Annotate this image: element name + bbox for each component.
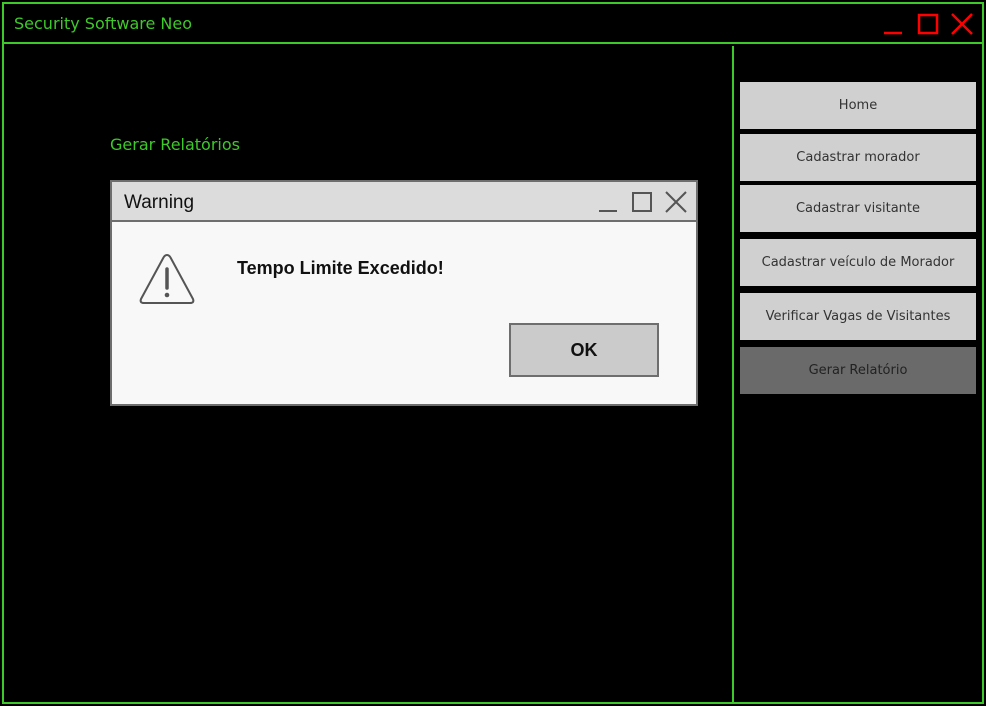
maximize-icon[interactable]	[630, 190, 654, 214]
app-title: Security Software Neo	[14, 14, 193, 33]
close-icon[interactable]	[664, 190, 688, 214]
sidebar-item-home[interactable]: Home	[740, 82, 976, 129]
maximize-icon[interactable]	[916, 12, 940, 36]
sidebar-item-cadastrar-veiculo[interactable]: Cadastrar veículo de Morador	[740, 239, 976, 286]
sidebar-item-cadastrar-visitante[interactable]: Cadastrar visitante	[740, 185, 976, 232]
sidebar-item-label: Cadastrar morador	[796, 150, 920, 165]
dialog-message: Tempo Limite Excedido!	[237, 258, 444, 278]
minimize-icon[interactable]	[596, 190, 620, 214]
sidebar-item-label: Cadastrar visitante	[795, 201, 920, 216]
title-bar: Security Software Neo	[4, 4, 982, 44]
sidebar-item-verificar-vagas[interactable]: Verificar Vagas de Visitantes	[740, 293, 976, 340]
sidebar-item-label: Cadastrar veículo de Morador	[761, 255, 955, 270]
minimize-icon[interactable]	[882, 12, 906, 36]
dialog-title-bar: Warning	[112, 182, 696, 222]
sidebar: Home Cadastrar morador Cadastrar visitan…	[736, 46, 982, 702]
sidebar-item-label: Gerar Relatório	[808, 363, 908, 378]
warning-dialog: Warning Tempo Limite Excedido! OK	[110, 180, 698, 406]
sidebar-item-label: Verificar Vagas de Visitantes	[765, 309, 951, 324]
ok-button[interactable]: OK	[509, 323, 659, 377]
ok-button-label: OK	[570, 339, 598, 360]
warning-icon	[139, 254, 195, 304]
dialog-title: Warning	[124, 192, 195, 213]
section-title: Gerar Relatórios	[110, 135, 240, 154]
sidebar-item-label: Home	[838, 98, 878, 113]
sidebar-item-gerar-relatorio[interactable]: Gerar Relatório	[740, 347, 976, 394]
sidebar-item-cadastrar-morador[interactable]: Cadastrar morador	[740, 134, 976, 181]
close-icon[interactable]	[950, 12, 974, 36]
